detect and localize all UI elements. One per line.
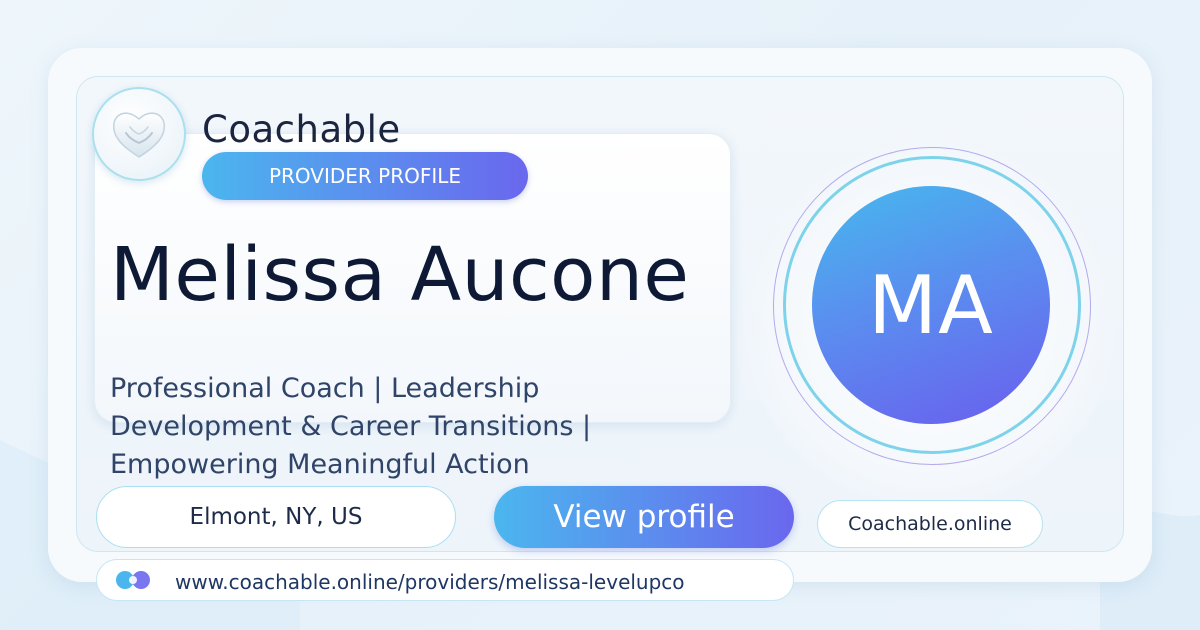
site-domain-pill[interactable]: Coachable.online xyxy=(817,500,1043,548)
site-domain-text: Coachable.online xyxy=(848,513,1012,535)
view-profile-label: View profile xyxy=(553,499,735,535)
provider-headline: Professional Coach | Leadership Developm… xyxy=(110,373,592,480)
location-text: Elmont, NY, US xyxy=(189,504,363,530)
location-pill: Elmont, NY, US xyxy=(96,486,456,548)
view-profile-button[interactable]: View profile xyxy=(494,486,794,548)
heart-hands-icon xyxy=(112,112,166,158)
avatar: MA xyxy=(812,186,1050,424)
provider-profile-badge: PROVIDER PROFILE xyxy=(202,152,528,200)
profile-url-bar[interactable]: www.coachable.online/providers/melissa-l… xyxy=(96,559,794,601)
link-circles-icon xyxy=(116,571,150,589)
avatar-initials: MA xyxy=(868,258,994,352)
profile-url-text[interactable]: www.coachable.online/providers/melissa-l… xyxy=(175,570,685,594)
brand-name: Coachable xyxy=(202,108,401,151)
provider-name: Melissa Aucone xyxy=(110,232,690,318)
brand-logo xyxy=(92,87,186,181)
